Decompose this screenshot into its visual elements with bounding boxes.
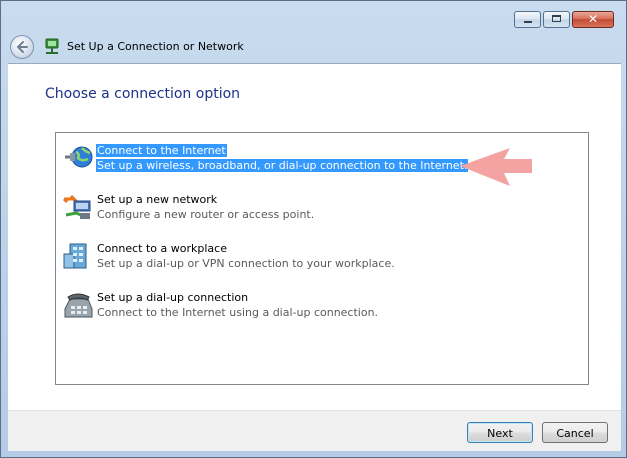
option-description: Connect to the Internet using a dial-up … xyxy=(97,306,379,319)
close-button[interactable]: ✕ xyxy=(572,11,614,28)
content-pane: Choose a connection option Connect to th… xyxy=(8,63,621,410)
option-title: Set up a dial-up connection xyxy=(97,291,249,304)
pointer-arrow-icon xyxy=(460,148,532,186)
cancel-button[interactable]: Cancel xyxy=(542,422,608,443)
back-arrow-icon xyxy=(17,41,28,53)
back-button[interactable] xyxy=(10,35,34,59)
option-description: Set up a dial-up or VPN connection to yo… xyxy=(97,257,395,270)
minimize-button[interactable] xyxy=(514,11,541,28)
option-workplace[interactable]: Connect to a workplace Set up a dial-up … xyxy=(60,236,586,276)
caption-buttons: ✕ xyxy=(514,11,614,28)
option-title: Set up a new network xyxy=(97,193,218,206)
option-new-network[interactable]: Set up a new network Configure a new rou… xyxy=(60,187,586,227)
option-title: Connect to the Internet xyxy=(96,144,227,157)
globe-connect-icon xyxy=(65,146,93,168)
option-dialup[interactable]: Set up a dial-up connection Connect to t… xyxy=(60,285,586,325)
option-description: Set up a wireless, broadband, or dial-up… xyxy=(96,159,469,172)
network-setup-icon xyxy=(45,38,59,54)
connection-options-list: Connect to the Internet Set up a wireles… xyxy=(55,132,589,385)
minimize-icon xyxy=(524,21,532,23)
option-title: Connect to a workplace xyxy=(97,242,227,255)
window-frame: ✕ Set Up a Connection or Network Choose … xyxy=(0,0,627,458)
close-icon: ✕ xyxy=(587,12,599,26)
maximize-button[interactable] xyxy=(543,11,570,28)
option-connect-internet[interactable]: Connect to the Internet Set up a wireles… xyxy=(60,138,586,186)
maximize-icon xyxy=(552,15,561,22)
dialup-phone-icon xyxy=(64,293,93,318)
router-icon xyxy=(62,194,91,219)
button-bar: Next Cancel xyxy=(8,410,621,451)
page-heading: Choose a connection option xyxy=(45,86,241,102)
window-title: Set Up a Connection or Network xyxy=(67,40,244,53)
workplace-building-icon xyxy=(63,243,87,269)
option-description: Configure a new router or access point. xyxy=(97,208,315,221)
next-button[interactable]: Next xyxy=(467,422,533,443)
